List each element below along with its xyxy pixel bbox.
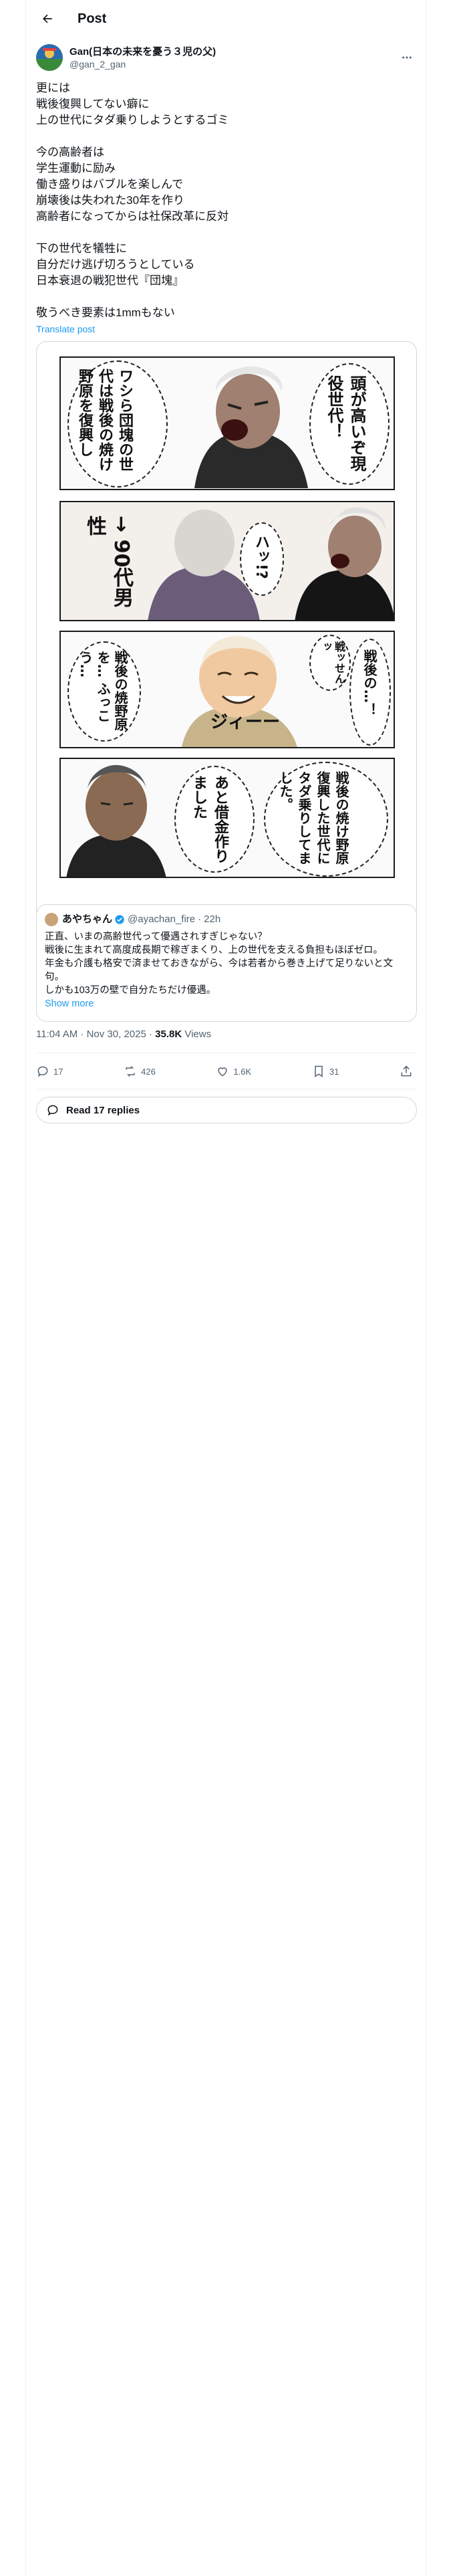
quote-author-name[interactable]: あやちゃん [62, 913, 112, 926]
post-line: 日本衰退の戦犯世代『団塊』 [36, 274, 184, 287]
post-line: 戦後復興してない癖に [36, 98, 150, 110]
views-label: Views [182, 1029, 212, 1040]
sfx-text: ジィーー [210, 712, 281, 732]
elder-shouting-small [295, 507, 394, 620]
post-line: 崩壊後は失われた30年を作り [36, 194, 185, 207]
quote-time: 22h [204, 914, 221, 925]
repost-icon [126, 1065, 135, 1077]
quote-header: あやちゃん @ayachan_fire · 22h [45, 913, 408, 926]
top-bar: Post [25, 0, 426, 37]
speech-text: 戦ッせんッ [319, 641, 345, 684]
author-handle[interactable]: @gan_2_gan [69, 58, 397, 70]
repost-button[interactable]: 426 [124, 1065, 156, 1078]
bookmark-count: 31 [329, 1066, 339, 1077]
post-line [36, 128, 417, 144]
post-line: 高齢者になってからは社保改革に反対 [36, 210, 229, 223]
reply-count: 17 [53, 1066, 63, 1077]
post-line: 学生運動に励み [36, 162, 116, 175]
post-text: 更には 戦後復興してない癖に 上の世代にタダ乗りしようとするゴミ 今の高齢者は … [36, 80, 417, 321]
elder-regretful-drawing [66, 765, 166, 877]
share-icon [401, 1065, 412, 1077]
quote-line: 戦後に生まれて高度成長期で稼ぎまくり、上の世代を支える負担もほぼゼロ。 [45, 945, 384, 956]
show-more-link[interactable]: Show more [45, 997, 408, 1010]
speech-text: 戦後の焼野原を… ふっこう… [78, 651, 128, 731]
speech-bubble-icon [47, 1105, 58, 1116]
post-line: 働き盛りはバブルを楽しんで [36, 178, 184, 191]
ellipsis-icon [402, 56, 412, 59]
quote-line: 正直、いまの高齢世代って優遇されすぎじゃない？ [45, 932, 267, 942]
post-timestamp[interactable]: 11:04 AM · Nov 30, 2025 · [36, 1029, 155, 1040]
author-row: Gan(日本の未来を憂う３児の父) @gan_2_gan [36, 41, 417, 74]
like-count: 1.6K [233, 1066, 252, 1077]
bookmark-button[interactable]: 31 [312, 1065, 339, 1078]
post-line [36, 225, 417, 241]
post-line: 更には [36, 82, 70, 94]
quote-line: しかも103万の壁で自分たちだけ優遇。 [45, 985, 216, 996]
speech-text: 戦後の焼け野原復興した世代にタダ乗りしてました。 [277, 771, 349, 865]
share-button[interactable] [400, 1065, 417, 1078]
translate-link[interactable]: Translate post [36, 324, 95, 334]
views-count: 35.8K [155, 1029, 182, 1040]
post-line: 敬うべき要素は1mmもない [36, 306, 175, 319]
verified-badge-icon [115, 915, 124, 924]
avatar[interactable] [36, 44, 63, 71]
page-title: Post [78, 11, 107, 26]
author-name[interactable]: Gan(日本の未来を憂う３児の父) [69, 45, 397, 58]
elder-shouting-drawing [194, 366, 308, 488]
post-line: 上の世代にタダ乗りしようとするゴミ [36, 114, 229, 126]
avatar[interactable] [45, 913, 58, 926]
quoted-post[interactable]: あやちゃん @ayachan_fire · 22h 正直、いまの高齢世代って優遇… [36, 904, 417, 1022]
more-options-button[interactable] [397, 47, 417, 68]
heart-icon [218, 1067, 228, 1077]
bookmark-icon [315, 1065, 323, 1077]
speech-text: ハッ!? [253, 534, 269, 579]
read-replies-label: Read 17 replies [66, 1104, 140, 1116]
speech-text: 戦後の…！ [361, 649, 378, 716]
quote-line: 年金も介護も格安で済ませておきながら、今は若者から巻き上げて足りないと文句。 [45, 958, 394, 982]
post-line [36, 289, 417, 305]
quote-handle[interactable]: @ayachan_fire [128, 913, 195, 926]
post-line: 自分だけ逃げ切ろうとしている [36, 258, 195, 271]
back-arrow-icon [43, 14, 52, 23]
speech-text: ワシら団塊の世代は戦後の焼け野原を復興し [76, 368, 133, 471]
comic-panel-4: あと借金作りました 戦後の焼け野原復興した世代にタダ乗りしてました。 [59, 758, 395, 878]
reply-button[interactable]: 17 [36, 1065, 63, 1078]
repost-count: 426 [141, 1066, 156, 1077]
caption-text: → 90代男性 [83, 516, 133, 608]
read-replies-button[interactable]: Read 17 replies [36, 1097, 417, 1123]
quote-text: 正直、いまの高齢世代って優遇されすぎじゃない？ 戦後に生まれて高度成長期で稼ぎま… [45, 930, 408, 997]
back-button[interactable] [36, 7, 59, 30]
action-bar: 17 426 1.6K 31 [36, 1054, 417, 1089]
like-button[interactable]: 1.6K [216, 1065, 251, 1078]
speech-text: 頭が高いぞ現役世代！ [325, 375, 366, 471]
post-meta: 11:04 AM · Nov 30, 2025 · 35.8K Views [36, 1029, 211, 1040]
post-line: 下の世代を犠牲に [36, 242, 127, 255]
comic-panel-3: ジィーー 戦後の焼野原を… ふっこう… 戦ッせんッ 戦後の…！ [59, 631, 395, 748]
post-line: 今の高齢者は [36, 146, 104, 158]
speech-text: あと借金作りました [190, 775, 229, 863]
comic-panel-1: 頭が高いぞ現役世代！ ワシら団塊の世代は戦後の焼け野原を復興し [59, 356, 395, 490]
comic-panel-2: → 90代男性 ハッ!? [59, 501, 395, 621]
reply-icon [37, 1066, 48, 1077]
